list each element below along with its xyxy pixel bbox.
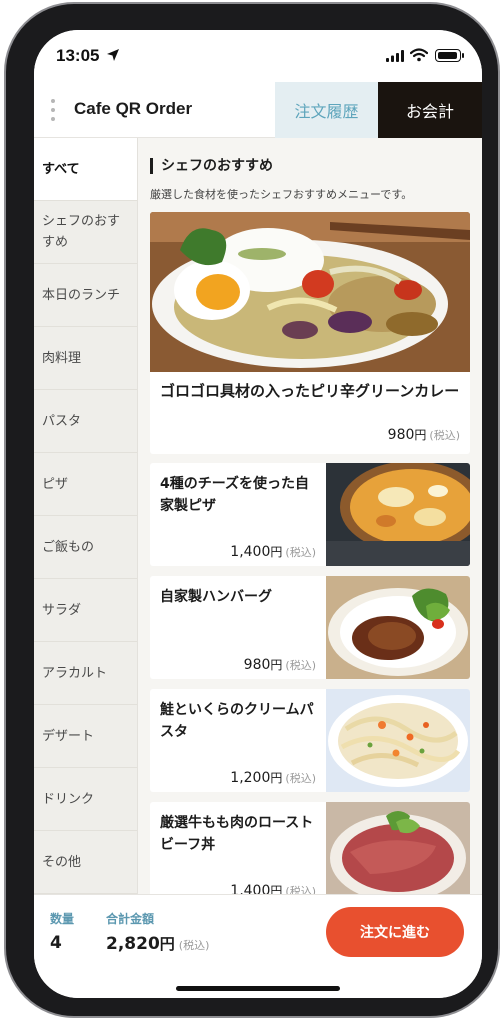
product-price: 1,400円 (税込) (230, 543, 316, 560)
category-label: ドリンク (42, 791, 95, 807)
product-name: 4種のチーズを使った自家製ピザ (160, 476, 310, 514)
shop-brand: Cafe QR Order (74, 99, 193, 118)
product-name: ゴロゴロ具材の入ったピリ辛グリーンカレー (160, 382, 460, 400)
pizza-photo (326, 463, 470, 566)
section-description: 厳選した食材を使ったシェフおすすめメニューです。 (150, 188, 413, 201)
category-drink[interactable]: ドリンク (34, 768, 137, 831)
category-other[interactable]: その他 (34, 831, 137, 894)
product-name: 自家製ハンバーグ (160, 589, 272, 605)
product-name: 鮭といくらのクリームパスタ (160, 702, 314, 740)
category-label: ピザ (42, 476, 69, 492)
checkout-button[interactable]: お会計 (378, 82, 482, 138)
product-card[interactable]: 自家製ハンバーグ 980円 (税込) (150, 576, 470, 679)
tax-note: (税込) (285, 659, 316, 672)
category-dessert[interactable]: デザート (34, 705, 137, 768)
product-card-featured[interactable]: ゴロゴロ具材の入ったピリ辛グリーンカレー 980円 (税込) (150, 212, 470, 454)
total-unit: 円 (159, 935, 175, 953)
price-value: 1,400 (230, 544, 271, 560)
category-pasta[interactable]: パスタ (34, 390, 137, 453)
category-label: サラダ (42, 602, 82, 618)
category-label: アラカルト (42, 665, 108, 681)
category-sidebar: すべて シェフのおすすめ 本日のランチ 肉料理 パスタ ピザ ご飯もの サラダ … (34, 138, 138, 894)
wifi-icon (410, 48, 428, 62)
order-summary-bar: 数量 合計金額 4 2,820円 (税込) 注文に進む (34, 894, 482, 998)
category-salad[interactable]: サラダ (34, 579, 137, 642)
price-value: 1,400 (230, 883, 271, 894)
menu-content[interactable]: シェフのおすすめ 厳選した食材を使ったシェフおすすめメニューです。 ゴロゴロ具材… (138, 138, 482, 894)
price-unit: 円 (270, 771, 283, 785)
category-alacarte[interactable]: アラカルト (34, 642, 137, 705)
product-price: 1,200円 (税込) (230, 769, 316, 786)
price-unit: 円 (270, 545, 283, 559)
proceed-to-order-button[interactable]: 注文に進む (326, 907, 464, 957)
product-card[interactable]: 厳選牛もも肉のローストビーフ丼 1,400円 (税込) (150, 802, 470, 894)
category-label: 肉料理 (42, 350, 82, 366)
order-history-button[interactable]: 注文履歴 (275, 82, 378, 138)
category-chef-recommend[interactable]: シェフのおすすめ (34, 201, 137, 264)
status-time: 13:05 (56, 46, 100, 65)
price-value: 1,200 (230, 770, 271, 786)
green-curry-photo (150, 212, 470, 372)
tax-note: (税込) (285, 772, 316, 785)
tax-note: (税込) (429, 429, 460, 442)
cream-pasta-photo (326, 689, 470, 792)
quantity-value: 4 (50, 933, 62, 953)
price-unit: 円 (414, 428, 427, 442)
status-bar: 13:05 (34, 30, 482, 82)
category-meat[interactable]: 肉料理 (34, 327, 137, 390)
product-card[interactable]: 4種のチーズを使った自家製ピザ 1,400円 (税込) (150, 463, 470, 566)
total-value: 2,820 (106, 934, 160, 954)
price-unit: 円 (270, 884, 283, 894)
app-screen: 13:05 Cafe QR Order 注文履歴 お会計 すべて シェフのおすす… (34, 30, 482, 998)
tax-note: (税込) (285, 546, 316, 559)
product-price: 980円 (税込) (244, 656, 316, 673)
category-rice[interactable]: ご飯もの (34, 516, 137, 579)
roast-beef-bowl-photo (326, 802, 470, 894)
price-unit: 円 (270, 658, 283, 672)
product-price: 1,400円 (税込) (230, 882, 316, 894)
product-card[interactable]: 鮭といくらのクリームパスタ 1,200円 (税込) (150, 689, 470, 792)
price-value: 980 (243, 657, 271, 673)
quantity-label: 数量 (50, 912, 75, 926)
menu-kebab-icon[interactable] (50, 99, 56, 121)
category-label: ご飯もの (42, 539, 95, 555)
category-lunch[interactable]: 本日のランチ (34, 264, 137, 327)
category-label: 本日のランチ (42, 287, 121, 303)
battery-icon (435, 49, 464, 62)
category-label: すべて (42, 161, 80, 177)
category-label: シェフのおすすめ (42, 214, 121, 250)
product-price: 980円 (税込) (388, 426, 460, 443)
phone-frame: 13:05 Cafe QR Order 注文履歴 お会計 すべて シェフのおすす… (4, 2, 500, 1018)
category-all[interactable]: すべて (34, 138, 137, 201)
total-tax-note: (税込) (178, 939, 210, 952)
home-indicator[interactable] (176, 986, 340, 991)
category-label: パスタ (42, 413, 82, 429)
category-pizza[interactable]: ピザ (34, 453, 137, 516)
category-label: デザート (42, 728, 95, 744)
category-label: その他 (42, 854, 82, 870)
cellular-signal-icon (386, 50, 404, 62)
app-header: Cafe QR Order 注文履歴 お会計 (34, 82, 482, 138)
hamburg-steak-photo (326, 576, 470, 679)
product-name: 厳選牛もも肉のローストビーフ丼 (160, 815, 314, 853)
tax-note: (税込) (285, 885, 316, 894)
total-amount: 2,820円 (税込) (106, 933, 209, 954)
section-title: シェフのおすすめ (150, 158, 273, 174)
location-arrow-icon (107, 49, 119, 61)
price-value: 980 (387, 427, 415, 443)
total-label: 合計金額 (106, 912, 155, 926)
